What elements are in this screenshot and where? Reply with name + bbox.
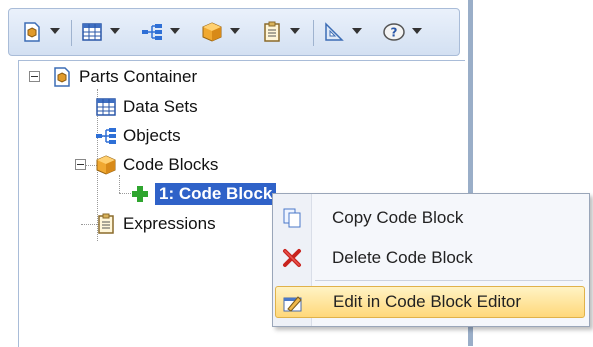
menu-item-label: Edit in Code Block Editor (333, 292, 522, 311)
toolbar-separator (71, 20, 72, 46)
dropdown-arrow-icon[interactable] (352, 28, 362, 34)
objects-button[interactable] (137, 19, 185, 47)
tree-item-label: 1: Code Block (155, 183, 277, 205)
tree-item-label: Objects (123, 126, 181, 145)
tree-item-label: Expressions (123, 214, 216, 233)
dropdown-arrow-icon[interactable] (412, 28, 422, 34)
tree-item-expressions[interactable]: Expressions (95, 212, 216, 236)
data-set-grid-icon (96, 98, 116, 116)
parts-container-icon (54, 67, 70, 87)
menu-item-copy-code-block[interactable]: Copy Code Block (275, 202, 585, 234)
code-blocks-button[interactable] (197, 19, 245, 47)
dropdown-arrow-icon[interactable] (230, 28, 240, 34)
tree-item-label: Code Blocks (123, 155, 219, 174)
dropdown-arrow-icon[interactable] (50, 28, 60, 34)
svg-text:?: ? (391, 26, 398, 40)
ruler-triangle-icon (325, 22, 344, 41)
plus-icon (132, 186, 148, 202)
collapse-toggle[interactable] (75, 159, 86, 170)
edit-pencil-icon (283, 296, 302, 312)
toolbar-separator (313, 20, 314, 46)
tree-root-parts-container[interactable]: Parts Container (51, 65, 197, 89)
tree-item-objects[interactable]: Objects (95, 124, 181, 148)
code-block-cube-icon (96, 155, 116, 175)
menu-item-delete-code-block[interactable]: Delete Code Block (275, 242, 585, 274)
expressions-button[interactable] (257, 19, 305, 47)
expressions-clipboard-icon (264, 21, 280, 42)
dropdown-arrow-icon[interactable] (110, 28, 120, 34)
delete-x-icon (283, 249, 301, 267)
menu-item-edit-in-code-block-editor[interactable]: Edit in Code Block Editor (275, 286, 585, 318)
help-question-icon: ? (383, 23, 405, 41)
geometry-button[interactable] (319, 19, 367, 47)
copy-icon (283, 208, 301, 228)
tree-item-code-block-1[interactable]: 1: Code Block (131, 182, 277, 206)
objects-tree-icon (96, 128, 116, 144)
expressions-clipboard-icon (98, 213, 114, 234)
context-menu: Copy Code Block Delete Code Block Edit i… (272, 193, 590, 327)
objects-tree-icon (142, 24, 162, 40)
toolbar: ? (8, 8, 460, 56)
tree-connector (119, 175, 120, 193)
tree-item-label: Parts Container (79, 67, 198, 86)
menu-separator (315, 280, 583, 281)
parts-container-icon (24, 22, 40, 42)
parts-container-button[interactable] (17, 19, 65, 47)
tree-item-code-blocks[interactable]: Code Blocks (95, 153, 218, 177)
collapse-toggle[interactable] (29, 71, 40, 82)
help-button[interactable]: ? (379, 19, 427, 47)
dropdown-arrow-icon[interactable] (290, 28, 300, 34)
dropdown-arrow-icon[interactable] (170, 28, 180, 34)
menu-item-label: Delete Code Block (332, 248, 473, 267)
tree-item-data-sets[interactable]: Data Sets (95, 95, 198, 119)
data-sets-button[interactable] (77, 19, 125, 47)
code-block-cube-icon (202, 22, 222, 42)
menu-item-label: Copy Code Block (332, 208, 464, 227)
tree-connector (119, 193, 131, 194)
data-set-grid-icon (82, 23, 102, 41)
tree-item-label: Data Sets (123, 97, 198, 116)
